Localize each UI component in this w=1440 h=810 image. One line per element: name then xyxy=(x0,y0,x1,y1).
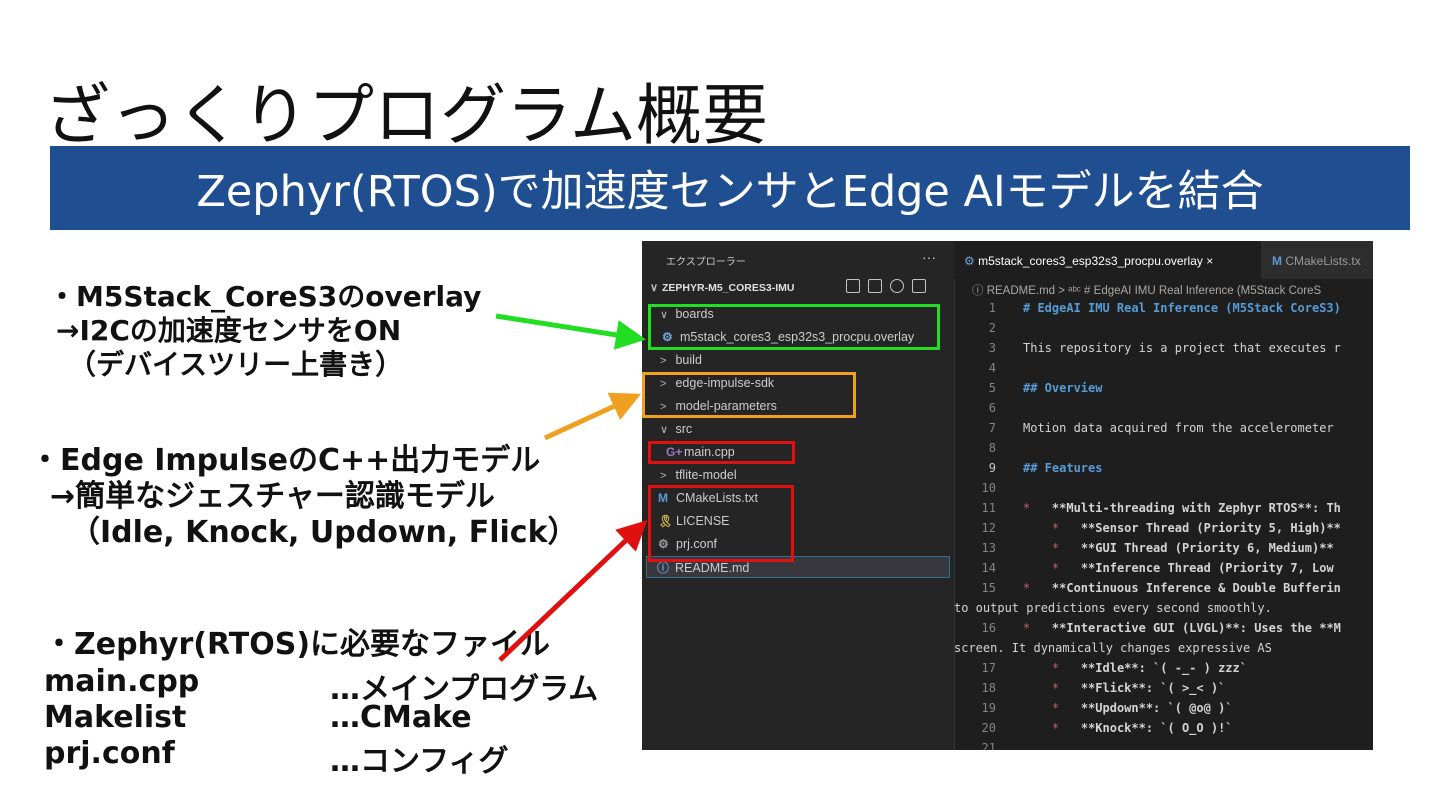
annotation-arrows xyxy=(495,313,648,662)
arrow-red xyxy=(498,520,648,662)
arrow-orange xyxy=(543,392,642,441)
arrow-green xyxy=(495,313,646,350)
